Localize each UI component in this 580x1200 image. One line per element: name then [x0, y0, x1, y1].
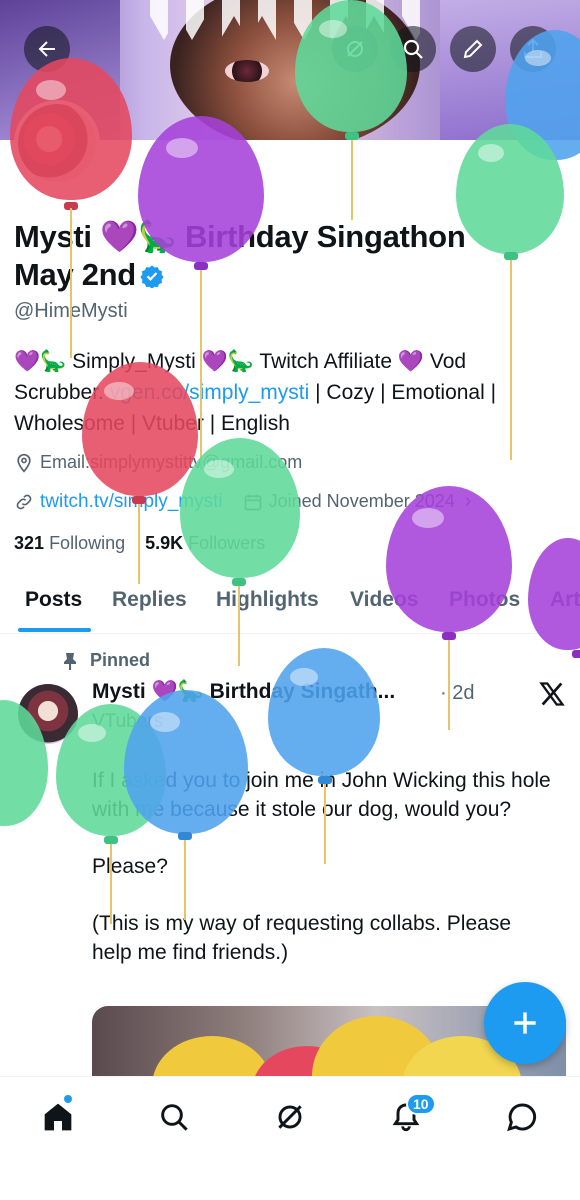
- nav-notifications[interactable]: 10: [382, 1093, 436, 1141]
- search-icon: [403, 39, 423, 59]
- profile-website-link[interactable]: twitch.tv/simply_mysti: [40, 491, 223, 513]
- profile-name: Mysti 💜🦕 Birthday Singathon May 2nd: [14, 218, 514, 294]
- pushpin-icon: [64, 652, 76, 670]
- message-bubble-icon: [507, 1103, 537, 1132]
- pinned-label: Pinned: [62, 650, 150, 671]
- follow-counts: 321 Following 5.9K Followers: [14, 533, 265, 554]
- search-button[interactable]: [390, 26, 436, 72]
- following-link[interactable]: 321 Following: [14, 533, 125, 553]
- location-pin-icon: [17, 453, 31, 473]
- back-arrow-icon: [38, 41, 55, 57]
- verified-badge-icon[interactable]: [140, 264, 164, 288]
- profile-joined-text: Joined November 2024: [268, 491, 455, 511]
- profile-bio: 💜🦕 Simply_Mysti 💜🦕 Twitch Affiliate 💜 Vo…: [14, 346, 554, 439]
- profile-location: Email:simplymystittv@gmail.com: [14, 452, 302, 473]
- search-icon: [161, 1104, 188, 1131]
- tab-art[interactable]: Art: [550, 588, 580, 612]
- pencil-icon: [463, 39, 483, 59]
- nav-grok[interactable]: [266, 1093, 314, 1141]
- profile-email-text: Email:simplymystittv@gmail.com: [40, 452, 303, 472]
- post-paragraph: Please?: [92, 855, 168, 878]
- profile-tabs: Posts Replies Highlights Videos Photos A…: [0, 572, 580, 634]
- active-tab-indicator: [18, 628, 91, 632]
- post-author-name[interactable]: Mysti 💜🦕 Birthday Singath...: [92, 680, 395, 704]
- x-logo-icon: [539, 682, 565, 706]
- banner-character-eye: [225, 60, 269, 82]
- home-new-indicator: [64, 1095, 72, 1103]
- edit-button[interactable]: [450, 26, 496, 72]
- share-button[interactable]: [510, 26, 556, 72]
- pinned-text: Pinned: [90, 650, 151, 670]
- grok-button[interactable]: [332, 26, 378, 72]
- tab-replies[interactable]: Replies: [112, 588, 187, 612]
- link-icon: [16, 494, 32, 509]
- tab-videos[interactable]: Videos: [350, 588, 418, 612]
- post-paragraph: If I asked you to join me in John Wickin…: [92, 769, 551, 821]
- nav-messages[interactable]: [498, 1093, 546, 1141]
- followers-label: Followers: [188, 533, 266, 553]
- post-community-label[interactable]: VTubers: [92, 711, 163, 733]
- chevron-right-icon[interactable]: ›: [465, 490, 472, 513]
- nav-home[interactable]: [34, 1093, 82, 1141]
- notifications-badge: 10: [406, 1093, 436, 1115]
- share-icon: [524, 38, 542, 58]
- followers-count: 5.9K: [145, 533, 184, 553]
- profile-handle: @HimeMysti: [14, 300, 128, 322]
- plus-icon: [514, 1012, 536, 1034]
- avatar-image: [18, 104, 96, 182]
- following-label: Following: [49, 533, 126, 553]
- bio-link[interactable]: vgen.co/simply_mysti: [110, 381, 310, 404]
- tab-posts[interactable]: Posts: [25, 588, 82, 612]
- home-icon: [44, 1103, 72, 1131]
- nav-explore[interactable]: [150, 1093, 198, 1141]
- profile-meta-row: twitch.tv/simply_mysti Joined November 2…: [14, 490, 471, 513]
- following-count: 321: [14, 533, 45, 553]
- grok-icon: [347, 41, 363, 57]
- post-author-avatar[interactable]: [18, 684, 78, 744]
- back-button[interactable]: [24, 26, 70, 72]
- banner-decoration-right: [440, 0, 580, 140]
- profile-avatar[interactable]: [14, 100, 100, 186]
- post-body: If I asked you to join me in John Wickin…: [92, 766, 552, 995]
- post-timestamp[interactable]: · 2d: [440, 682, 474, 705]
- grok-icon: [278, 1105, 302, 1129]
- followers-link[interactable]: 5.9K Followers: [145, 533, 265, 553]
- compose-button[interactable]: [484, 982, 566, 1064]
- post-paragraph: (This is my way of requesting collabs. P…: [92, 912, 512, 964]
- tab-photos[interactable]: Photos: [449, 588, 520, 612]
- tab-highlights[interactable]: Highlights: [216, 588, 319, 612]
- calendar-icon: [244, 494, 261, 510]
- profile-name-text: Mysti 💜🦕 Birthday Singathon May 2nd: [14, 219, 466, 292]
- bottom-navigation: 10: [0, 1076, 580, 1200]
